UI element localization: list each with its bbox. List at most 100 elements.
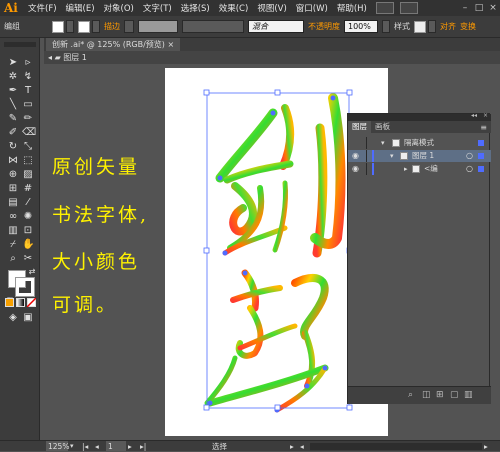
perspective-grid-tool-icon[interactable]: ⊞	[7, 183, 19, 195]
scroll-right-icon[interactable]: ▸	[484, 441, 488, 452]
tab-close-icon[interactable]: ×	[167, 40, 174, 49]
scale-tool-icon[interactable]: ⤡	[22, 141, 34, 153]
document-tab[interactable]: 创新 .ai* @ 125% (RGB/预览) ×	[46, 38, 181, 51]
align-label[interactable]: 对齐	[440, 21, 456, 32]
rotate-tool-icon[interactable]: ↻	[7, 141, 19, 153]
stroke-color-box[interactable]	[15, 277, 35, 297]
eraser-tool-icon[interactable]: ⌫	[22, 127, 36, 139]
toolbar-grip[interactable]	[4, 42, 36, 47]
prev-artboard-icon[interactable]: ◂	[95, 441, 99, 452]
width-tool-icon[interactable]: ⋈	[7, 155, 19, 167]
blob-brush-tool-icon[interactable]: ✐	[7, 127, 19, 139]
menu-file[interactable]: 文件(F)	[28, 2, 57, 14]
selection-tool-icon[interactable]: ➤	[7, 57, 19, 69]
visibility-eye-icon[interactable]: ◉	[352, 150, 359, 162]
stroke-swatch[interactable]	[78, 20, 90, 33]
lasso-tool-icon[interactable]: ↯	[22, 71, 34, 83]
live-paint-tool-icon[interactable]: ▨	[22, 169, 34, 181]
magic-wand-tool-icon[interactable]: ✲	[7, 71, 19, 83]
panel-title-bar[interactable]: ◂◂ ×	[348, 112, 491, 121]
scroll-left-icon[interactable]: ◂	[300, 441, 304, 452]
none-mode-icon[interactable]	[27, 298, 36, 307]
stroke-weight-stepper[interactable]	[124, 20, 134, 33]
new-layer-icon[interactable]: ▢	[450, 390, 459, 400]
horizontal-scrollbar[interactable]	[310, 443, 482, 450]
menu-effect[interactable]: 效果(C)	[219, 2, 249, 14]
stroke-weight-input[interactable]	[138, 20, 178, 33]
opacity-input[interactable]: 100%	[344, 20, 378, 33]
menu-type[interactable]: 文字(T)	[143, 2, 172, 14]
breadcrumb-layer[interactable]: 图层 1	[63, 53, 87, 62]
eyedropper-tool-icon[interactable]: ⁄	[22, 197, 34, 209]
draw-mode-icon[interactable]: ◈	[7, 312, 19, 324]
layer-name[interactable]: 图层 1	[412, 150, 434, 162]
menu-select[interactable]: 选择(S)	[181, 2, 210, 14]
paintbrush-tool-icon[interactable]: ✎	[7, 113, 19, 125]
minimize-icon[interactable]: –	[458, 3, 472, 13]
arrange-documents-icon[interactable]	[399, 2, 418, 14]
opacity-dropdown[interactable]	[382, 20, 390, 33]
expand-arrow-icon[interactable]: ▸	[404, 163, 408, 175]
new-sublayer-icon[interactable]: ⊞	[436, 390, 444, 400]
panel-menu-icon[interactable]: ≡	[480, 123, 491, 132]
expand-arrow-icon[interactable]: ▾	[381, 137, 385, 149]
target-circle-icon[interactable]: ○	[466, 163, 473, 175]
blend-tool-icon[interactable]: ∞	[7, 211, 19, 223]
swap-colors-icon[interactable]: ⇄	[26, 266, 38, 278]
column-graph-tool-icon[interactable]: ▥	[7, 225, 19, 237]
shape-builder-tool-icon[interactable]: ⊕	[7, 169, 19, 181]
fill-swatch[interactable]	[52, 20, 64, 33]
first-artboard-icon[interactable]: |◂	[82, 441, 88, 452]
rectangle-tool-icon[interactable]: ▭	[22, 99, 34, 111]
layer-row-group[interactable]: ◉ ▸ <编 ○	[348, 163, 491, 175]
layer-row-isolation[interactable]: ▾ 隔离模式	[348, 137, 491, 149]
hand-tool-icon[interactable]: ✋	[22, 239, 34, 251]
brush-style-field[interactable]: 混合	[248, 20, 304, 33]
target-circle-icon[interactable]: ○	[466, 150, 473, 162]
visibility-eye-icon[interactable]: ◉	[352, 163, 359, 175]
locate-object-icon[interactable]: ⌕	[408, 390, 413, 400]
maximize-icon[interactable]: □	[472, 3, 486, 13]
status-menu-icon[interactable]: ▸	[290, 441, 294, 452]
zoom-tool-icon[interactable]: ⌕	[7, 253, 19, 265]
tab-layers[interactable]: 图层	[348, 121, 371, 133]
screen-mode-icon[interactable]: ▣	[22, 312, 34, 324]
zoom-dropdown-icon[interactable]: ▾	[70, 441, 74, 452]
menu-view[interactable]: 视图(V)	[257, 2, 286, 14]
layer-name[interactable]: 隔离模式	[404, 137, 434, 149]
opacity-label[interactable]: 不透明度	[308, 21, 340, 32]
last-artboard-icon[interactable]: ▸|	[140, 441, 146, 452]
artboard-number-field[interactable]: 1	[106, 441, 126, 451]
layer-name[interactable]: <编	[424, 163, 438, 175]
tab-artboards[interactable]: 画板	[371, 121, 394, 133]
gradient-tool-icon[interactable]: ▤	[7, 197, 19, 209]
stroke-color-dropdown[interactable]	[92, 20, 100, 33]
menu-help[interactable]: 帮助(H)	[337, 2, 367, 14]
slice-tool-icon[interactable]: ⌿	[7, 239, 19, 251]
transform-label[interactable]: 变换	[460, 21, 476, 32]
graphic-style-swatch[interactable]	[414, 20, 426, 33]
direct-selection-tool-icon[interactable]: ▹	[22, 57, 34, 69]
graphic-style-dropdown[interactable]	[428, 20, 436, 33]
symbol-sprayer-tool-icon[interactable]: ✺	[22, 211, 34, 223]
pen-tool-icon[interactable]: ✒	[7, 85, 19, 97]
color-mode-icon[interactable]	[5, 298, 14, 307]
make-clipping-mask-icon[interactable]: ◫	[422, 390, 431, 400]
artboard-tool-icon[interactable]: ⊡	[22, 225, 34, 237]
panel-close-icon[interactable]: ×	[483, 112, 488, 119]
expand-arrow-icon[interactable]: ▾	[390, 150, 394, 162]
stroke-label[interactable]: 描边	[104, 21, 120, 32]
pencil-tool-icon[interactable]: ✏	[22, 113, 34, 125]
menu-window[interactable]: 窗口(W)	[296, 2, 328, 14]
menu-object[interactable]: 对象(O)	[104, 2, 134, 14]
collapse-icon[interactable]: ◂◂	[471, 112, 477, 119]
next-artboard-icon[interactable]: ▸	[128, 441, 132, 452]
bridge-icon[interactable]	[375, 2, 394, 14]
scissors-tool-icon[interactable]: ✂	[22, 253, 34, 265]
type-tool-icon[interactable]: T	[22, 85, 34, 97]
variable-width-dropdown[interactable]	[182, 20, 244, 33]
fill-dropdown[interactable]	[66, 20, 74, 33]
line-tool-icon[interactable]: ╲	[7, 99, 19, 111]
delete-layer-icon[interactable]: ▥	[464, 390, 473, 400]
mesh-tool-icon[interactable]: #	[22, 183, 34, 195]
